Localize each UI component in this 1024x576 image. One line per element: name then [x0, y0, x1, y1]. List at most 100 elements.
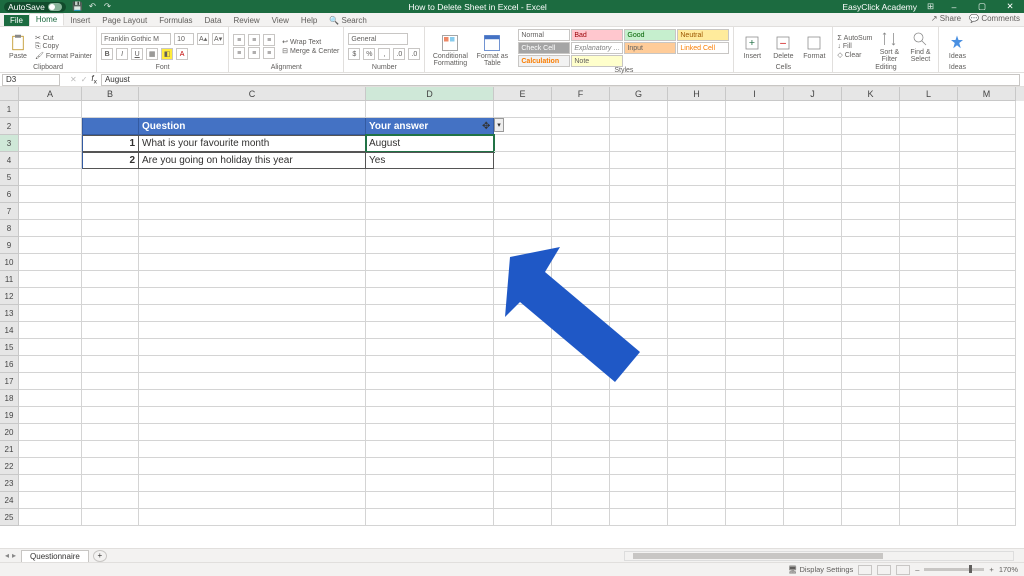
cell[interactable]: [668, 373, 726, 390]
row-header[interactable]: 20: [0, 424, 19, 441]
cell[interactable]: [82, 356, 139, 373]
cell[interactable]: [19, 288, 82, 305]
cell[interactable]: [900, 356, 958, 373]
cell[interactable]: [139, 424, 366, 441]
cell[interactable]: [900, 305, 958, 322]
col-J[interactable]: J: [784, 87, 842, 101]
cut-button[interactable]: ✂ Cut: [35, 34, 92, 42]
redo-icon[interactable]: ↷: [102, 1, 113, 12]
cell[interactable]: [784, 305, 842, 322]
cell[interactable]: [668, 356, 726, 373]
col-E[interactable]: E: [494, 87, 552, 101]
cell[interactable]: [552, 118, 610, 135]
cell[interactable]: [726, 220, 784, 237]
cellstyle-good[interactable]: Good: [624, 29, 676, 41]
cell[interactable]: [900, 458, 958, 475]
cell[interactable]: Your answer: [366, 118, 494, 135]
cellstyle-neutral[interactable]: Neutral: [677, 29, 729, 41]
select-all-corner[interactable]: [0, 87, 19, 101]
display-settings-button[interactable]: 🖥 Display Settings: [788, 565, 853, 574]
cell[interactable]: [610, 458, 668, 475]
cell[interactable]: [610, 169, 668, 186]
ribbon-display-icon[interactable]: ⊞: [925, 1, 936, 12]
row-header[interactable]: 15: [0, 339, 19, 356]
cell[interactable]: [82, 424, 139, 441]
font-name-select[interactable]: Franklin Gothic M: [101, 33, 171, 45]
cell[interactable]: [82, 322, 139, 339]
cell[interactable]: [900, 407, 958, 424]
cell[interactable]: [82, 492, 139, 509]
cell[interactable]: [82, 407, 139, 424]
cell[interactable]: [726, 458, 784, 475]
cell[interactable]: [139, 509, 366, 526]
cell[interactable]: [610, 203, 668, 220]
cell[interactable]: [668, 458, 726, 475]
align-right-button[interactable]: ≡: [263, 47, 275, 59]
cell[interactable]: [668, 118, 726, 135]
cell[interactable]: [842, 305, 900, 322]
cell[interactable]: [366, 169, 494, 186]
cell[interactable]: [366, 322, 494, 339]
cell[interactable]: [610, 152, 668, 169]
find-select-button[interactable]: Find & Select: [906, 29, 934, 64]
cell[interactable]: [842, 220, 900, 237]
cell[interactable]: [668, 492, 726, 509]
cell[interactable]: [958, 424, 1016, 441]
new-sheet-button[interactable]: +: [93, 550, 107, 562]
col-M[interactable]: M: [958, 87, 1016, 101]
row-header[interactable]: 23: [0, 475, 19, 492]
cell[interactable]: [668, 152, 726, 169]
cell[interactable]: What is your favourite month: [139, 135, 366, 152]
cell[interactable]: [494, 186, 552, 203]
cell[interactable]: [668, 254, 726, 271]
cell[interactable]: [784, 288, 842, 305]
row-header[interactable]: 22: [0, 458, 19, 475]
zoom-level[interactable]: 170%: [999, 565, 1018, 574]
cell[interactable]: [552, 492, 610, 509]
cell[interactable]: [784, 220, 842, 237]
cell[interactable]: [668, 475, 726, 492]
cell[interactable]: [494, 220, 552, 237]
align-middle-button[interactable]: ≡: [248, 34, 260, 46]
cell[interactable]: [82, 458, 139, 475]
dropdown-handle[interactable]: ▾: [494, 118, 504, 132]
cell[interactable]: [900, 390, 958, 407]
cell[interactable]: [842, 237, 900, 254]
cell[interactable]: [494, 475, 552, 492]
cell[interactable]: [366, 186, 494, 203]
horizontal-scrollbar[interactable]: [624, 551, 1014, 561]
row-header[interactable]: 19: [0, 407, 19, 424]
cell[interactable]: [784, 135, 842, 152]
cell[interactable]: [19, 373, 82, 390]
cell[interactable]: [552, 424, 610, 441]
cell[interactable]: [19, 186, 82, 203]
cell[interactable]: [668, 169, 726, 186]
cell[interactable]: [726, 118, 784, 135]
cell[interactable]: [19, 169, 82, 186]
cell[interactable]: [900, 237, 958, 254]
cell[interactable]: [552, 203, 610, 220]
cell[interactable]: [842, 118, 900, 135]
cell[interactable]: 1: [82, 135, 139, 152]
row-header[interactable]: 14: [0, 322, 19, 339]
ideas-button[interactable]: Ideas: [943, 29, 971, 64]
cell[interactable]: [82, 339, 139, 356]
row-header[interactable]: 13: [0, 305, 19, 322]
number-format-select[interactable]: General: [348, 33, 408, 45]
cell[interactable]: [784, 118, 842, 135]
cell[interactable]: [958, 220, 1016, 237]
cell[interactable]: [726, 475, 784, 492]
cell[interactable]: [900, 169, 958, 186]
cell[interactable]: [958, 288, 1016, 305]
minimize-button[interactable]: –: [944, 2, 964, 12]
cell[interactable]: [958, 492, 1016, 509]
cellstyle-check[interactable]: Check Cell: [518, 42, 570, 54]
cell[interactable]: [139, 492, 366, 509]
cell[interactable]: [726, 407, 784, 424]
cell[interactable]: [668, 424, 726, 441]
cell[interactable]: [900, 288, 958, 305]
cell[interactable]: [668, 407, 726, 424]
cell[interactable]: [842, 254, 900, 271]
cell[interactable]: [958, 101, 1016, 118]
cell[interactable]: [19, 254, 82, 271]
